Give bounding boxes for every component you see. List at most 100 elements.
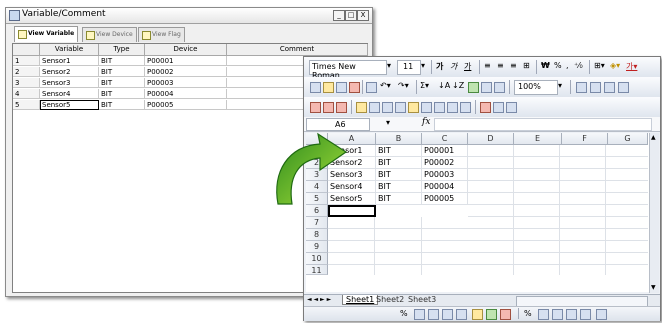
delete-comment-icon[interactable] bbox=[434, 102, 445, 113]
minimize-button[interactable]: _ bbox=[333, 10, 345, 21]
zoom-dropdown-icon[interactable]: ▾ bbox=[558, 81, 562, 90]
row-header[interactable]: 10 bbox=[306, 253, 328, 265]
tab-nav-arrows[interactable]: ◄ ◄ ► ► bbox=[307, 296, 331, 303]
indent-icon[interactable] bbox=[576, 82, 587, 93]
track-changes-icon[interactable] bbox=[310, 102, 321, 113]
name-box-dropdown-icon[interactable]: ▾ bbox=[386, 118, 390, 127]
comma-icon[interactable]: , bbox=[566, 61, 569, 70]
column-header-g[interactable]: G bbox=[608, 133, 648, 145]
cell-c4[interactable]: P00004 bbox=[422, 181, 468, 193]
format-icon[interactable] bbox=[596, 309, 607, 320]
format-icon[interactable] bbox=[538, 309, 549, 320]
tab-view-flag[interactable]: View Flag bbox=[138, 27, 185, 42]
variable-cell-selected[interactable]: Sensor5 bbox=[40, 100, 99, 110]
highlight-icon[interactable] bbox=[408, 102, 419, 113]
row-header[interactable]: 11 bbox=[306, 265, 328, 275]
variable-cell[interactable]: Sensor1 bbox=[40, 56, 99, 66]
merge-cells-icon[interactable]: ⊞ bbox=[523, 61, 530, 70]
column-header-variable[interactable]: Variable bbox=[40, 44, 99, 56]
currency-icon[interactable]: ₩ bbox=[541, 61, 550, 70]
percent-label[interactable]: % bbox=[400, 309, 408, 318]
reply-icon[interactable] bbox=[421, 102, 432, 113]
sheet-tab-sheet3[interactable]: Sheet3 bbox=[408, 295, 436, 304]
font-color-icon[interactable] bbox=[500, 309, 511, 320]
font-dropdown-icon[interactable]: ▾ bbox=[387, 61, 391, 70]
format-icon[interactable] bbox=[580, 309, 591, 320]
name-box[interactable]: A6 bbox=[306, 118, 370, 131]
compare-icon[interactable] bbox=[323, 102, 334, 113]
vertical-scrollbar[interactable]: ▲ ▼ bbox=[649, 133, 659, 293]
outdent-icon[interactable] bbox=[590, 82, 601, 93]
type-cell[interactable]: BIT bbox=[99, 78, 145, 88]
find-icon[interactable] bbox=[604, 82, 615, 93]
new-file-icon[interactable] bbox=[310, 82, 321, 93]
cell-c1[interactable]: P00001 bbox=[422, 145, 468, 157]
cell-c3[interactable]: P00003 bbox=[422, 169, 468, 181]
open-folder-icon[interactable] bbox=[323, 82, 334, 93]
cell-b1[interactable]: BIT bbox=[376, 145, 422, 157]
close-button[interactable]: X bbox=[357, 10, 369, 21]
fill-icon[interactable] bbox=[472, 309, 483, 320]
fill-color-icon[interactable]: ◈▾ bbox=[610, 61, 620, 70]
merge-icon[interactable] bbox=[336, 102, 347, 113]
align-right-icon[interactable]: ≡ bbox=[510, 61, 517, 70]
sheet-tab-sheet1[interactable]: Sheet1 bbox=[342, 295, 379, 305]
scroll-up-icon[interactable]: ▲ bbox=[651, 135, 657, 141]
protect-sheet-icon[interactable] bbox=[480, 102, 491, 113]
device-cell[interactable]: P00001 bbox=[145, 56, 227, 66]
device-cell[interactable]: P00004 bbox=[145, 89, 227, 99]
chart-icon[interactable] bbox=[468, 82, 479, 93]
empty-cells-area[interactable] bbox=[328, 217, 468, 275]
row-number[interactable]: 5 bbox=[13, 100, 40, 110]
accept-icon[interactable] bbox=[447, 102, 458, 113]
shape-icon[interactable] bbox=[414, 309, 425, 320]
format-icon[interactable] bbox=[552, 309, 563, 320]
line-color-icon[interactable] bbox=[486, 309, 497, 320]
drawing-icon[interactable] bbox=[481, 82, 492, 93]
size-dropdown-icon[interactable]: ▾ bbox=[421, 61, 425, 70]
underline-icon[interactable]: 가 bbox=[464, 61, 471, 72]
cell-b4[interactable]: BIT bbox=[376, 181, 422, 193]
undo-icon[interactable]: ↶▾ bbox=[380, 81, 391, 90]
variable-cell[interactable]: Sensor2 bbox=[40, 67, 99, 77]
align-left-icon[interactable]: ≡ bbox=[484, 61, 491, 70]
cell-b2[interactable]: BIT bbox=[376, 157, 422, 169]
permission-icon[interactable] bbox=[349, 82, 360, 93]
column-header-b[interactable]: B bbox=[376, 133, 422, 145]
format-icon[interactable] bbox=[566, 309, 577, 320]
type-cell[interactable]: BIT bbox=[99, 56, 145, 66]
next-comment-icon[interactable] bbox=[382, 102, 393, 113]
comment-icon[interactable] bbox=[356, 102, 367, 113]
formula-input[interactable] bbox=[434, 118, 652, 131]
decimal-icon[interactable]: ⁺⁄₀ bbox=[574, 61, 583, 70]
row-number[interactable]: 2 bbox=[13, 67, 40, 77]
row-number[interactable]: 4 bbox=[13, 89, 40, 99]
fx-icon[interactable]: fx bbox=[422, 117, 430, 127]
device-cell[interactable]: P00005 bbox=[145, 100, 227, 110]
column-header-type[interactable]: Type bbox=[99, 44, 145, 56]
show-comment-icon[interactable] bbox=[395, 102, 406, 113]
shape-icon[interactable] bbox=[428, 309, 439, 320]
shape-icon[interactable] bbox=[456, 309, 467, 320]
row-header[interactable]: 7 bbox=[306, 217, 328, 229]
column-header-c[interactable]: C bbox=[422, 133, 468, 145]
help-icon[interactable] bbox=[494, 82, 505, 93]
row-header[interactable]: 8 bbox=[306, 229, 328, 241]
tab-view-variable[interactable]: View Variable bbox=[14, 26, 79, 42]
row-number[interactable]: 1 bbox=[13, 56, 40, 66]
sheet-tab-sheet2[interactable]: Sheet2 bbox=[376, 295, 404, 304]
percent-icon[interactable]: % bbox=[524, 309, 532, 318]
cell-c5[interactable]: P00005 bbox=[422, 193, 468, 205]
column-header-device[interactable]: Device bbox=[145, 44, 227, 56]
font-size-box[interactable]: 11 bbox=[397, 60, 421, 75]
variable-cell[interactable]: Sensor3 bbox=[40, 78, 99, 88]
row-header[interactable]: 9 bbox=[306, 241, 328, 253]
device-cell[interactable]: P00003 bbox=[145, 78, 227, 88]
redo-icon[interactable]: ↷▾ bbox=[398, 81, 409, 90]
column-header-e[interactable]: E bbox=[514, 133, 562, 145]
print-icon[interactable] bbox=[366, 82, 377, 93]
column-header-d[interactable]: D bbox=[468, 133, 514, 145]
borders-icon[interactable]: ⊞▾ bbox=[594, 61, 605, 70]
zoom-box[interactable]: 100% bbox=[514, 80, 558, 95]
empty-cells-area[interactable] bbox=[468, 145, 648, 275]
